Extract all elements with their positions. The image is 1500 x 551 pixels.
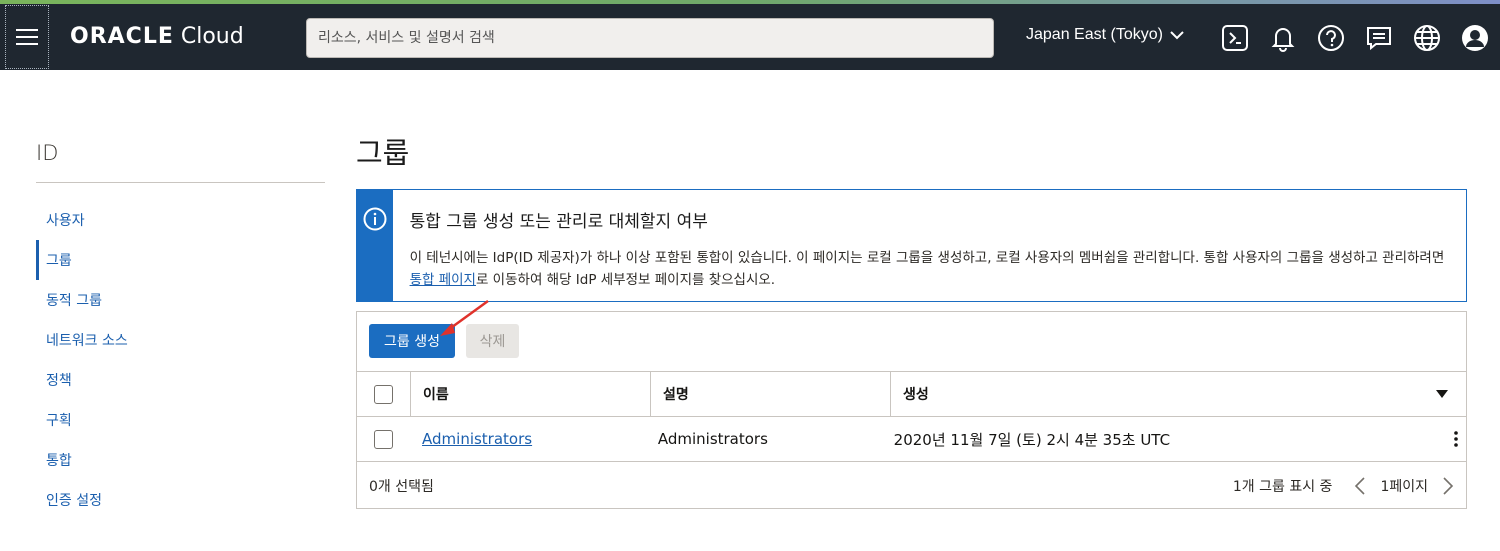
delete-button: 삭제: [466, 324, 519, 358]
info-icon: [363, 207, 387, 231]
info-text-before: 이 테넌시에는 IdP(ID 제공자)가 하나 이상 포함된 통합이 있습니다.…: [409, 250, 1445, 266]
column-header-name[interactable]: 이름: [411, 372, 651, 416]
create-group-button[interactable]: 그룹 생성: [369, 324, 455, 358]
menu-icon[interactable]: [5, 5, 49, 69]
sidebar-item-network-sources[interactable]: 네트워크 소스: [36, 320, 326, 360]
region-selector[interactable]: Japan East (Tokyo): [1026, 26, 1185, 44]
chat-icon[interactable]: [1364, 23, 1394, 53]
row-checkbox[interactable]: [374, 429, 393, 449]
created-date: 2020년 11월 7일 (토) 2시 4분 35초 UTC: [893, 430, 1171, 449]
cell-description: Administrators: [657, 430, 768, 448]
column-header-description[interactable]: 설명: [651, 372, 891, 416]
cloud-shell-icon[interactable]: [1220, 23, 1250, 53]
sidebar-title: ID: [36, 141, 59, 165]
sidebar-item-users[interactable]: 사용자: [36, 200, 326, 240]
info-banner: 통합 그룹 생성 또는 관리로 대체할지 여부 이 테넌시에는 IdP(ID 제…: [356, 189, 1467, 302]
row-select-cell: [357, 417, 410, 461]
sidebar-item-groups[interactable]: 그룹: [36, 240, 326, 280]
sidebar-nav: 사용자 그룹 동적 그룹 네트워크 소스 정책 구획 통합 인증 설정: [36, 200, 326, 520]
showing-count: 1개 그룹 표시 중: [1232, 478, 1333, 495]
chevron-right-icon[interactable]: [1442, 476, 1454, 496]
cell-created: 2020년 11월 7일 (토) 2시 4분 35초 UTC: [882, 417, 1447, 461]
oracle-cloud-logo[interactable]: ORACLE Cloud: [70, 24, 244, 54]
globe-icon[interactable]: [1412, 23, 1442, 53]
group-name-link[interactable]: Administrators: [422, 430, 532, 448]
chevron-down-icon: [1170, 31, 1184, 40]
brand-oracle: ORACLE: [70, 24, 174, 49]
help-icon[interactable]: [1316, 23, 1346, 53]
groups-table-panel: 그룹 생성 삭제 이름 설명 생성 Administrators Adminis…: [356, 311, 1467, 509]
row-actions-kebab-icon[interactable]: [1446, 417, 1466, 461]
column-header-created[interactable]: 생성: [891, 372, 1466, 416]
info-banner-text: 이 테넌시에는 IdP(ID 제공자)가 하나 이상 포함된 통합이 있습니다.…: [410, 247, 1450, 291]
table-header-row: 이름 설명 생성: [357, 371, 1466, 416]
sidebar-item-policies[interactable]: 정책: [36, 360, 326, 400]
sidebar-item-authentication-settings[interactable]: 인증 설정: [36, 480, 326, 520]
sidebar-item-dynamic-groups[interactable]: 동적 그룹: [36, 280, 326, 320]
sidebar-item-compartments[interactable]: 구획: [36, 400, 326, 440]
table-footer: 0개 선택됨 1개 그룹 표시 중 1페이지: [357, 461, 1466, 509]
app-header: ORACLE Cloud Japan East (Tokyo): [0, 4, 1500, 70]
bell-icon[interactable]: [1268, 23, 1298, 53]
info-banner-title: 통합 그룹 생성 또는 관리로 대체할지 여부: [409, 212, 708, 232]
page-indicator: 1페이지: [1380, 478, 1428, 495]
page-title: 그룹: [356, 136, 410, 170]
sidebar-item-federation[interactable]: 통합: [36, 440, 326, 480]
region-label: Japan East (Tokyo): [1026, 26, 1163, 43]
select-all-cell: [357, 372, 411, 416]
select-all-checkbox[interactable]: [374, 384, 393, 404]
brand-cloud: Cloud: [180, 24, 244, 49]
info-banner-stripe: [357, 190, 393, 301]
info-text-after: 로 이동하여 해당 IdP 세부정보 페이지를 찾으십시오.: [475, 272, 776, 288]
cell-name: Administrators: [410, 417, 646, 461]
federation-page-link[interactable]: 통합 페이지: [410, 272, 476, 288]
search-input[interactable]: [306, 18, 994, 58]
table-row: Administrators Administrators 2020년 11월 …: [357, 416, 1466, 461]
pagination: 1개 그룹 표시 중 1페이지: [1233, 476, 1454, 496]
chevron-left-icon[interactable]: [1354, 476, 1366, 496]
column-header-created-label: 생성: [903, 387, 929, 403]
user-profile-icon[interactable]: [1460, 23, 1490, 53]
info-banner-body: 통합 그룹 생성 또는 관리로 대체할지 여부 이 테넌시에는 IdP(ID 제…: [393, 190, 1466, 301]
sidebar-divider: [36, 182, 325, 183]
selected-count: 0개 선택됨: [369, 478, 434, 495]
groups-table: 이름 설명 생성 Administrators Administrators 2…: [357, 371, 1466, 461]
sort-desc-icon[interactable]: [1436, 390, 1448, 398]
